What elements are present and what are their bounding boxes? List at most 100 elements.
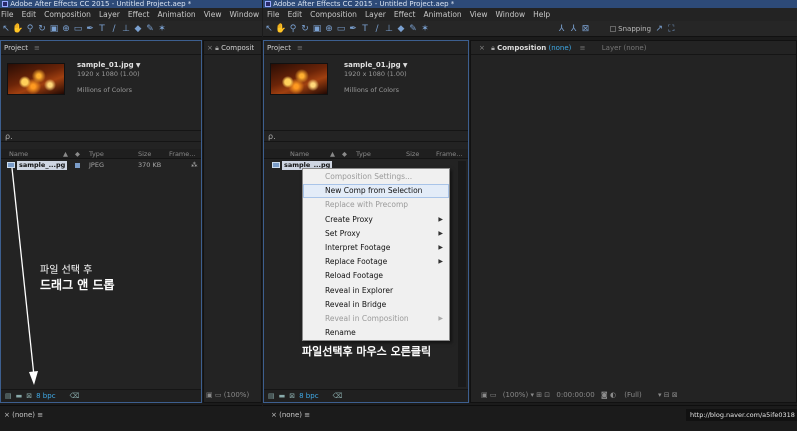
- context-menu-item-label: Set Proxy: [325, 228, 361, 238]
- column-name[interactable]: Name: [290, 149, 309, 159]
- submenu-arrow-icon: ▶: [438, 215, 443, 223]
- axis-world-icon[interactable]: ⅄: [567, 23, 579, 35]
- context-menu-item-label: Replace with Precomp: [325, 200, 409, 210]
- brush-tool-icon[interactable]: ∕: [371, 23, 383, 35]
- region-icon[interactable]: ▣: [481, 391, 488, 399]
- annotation-left: 파일 선택 후 드래그 앤 드롭: [40, 265, 115, 292]
- context-menu-item[interactable]: Set Proxy ▶: [303, 227, 449, 241]
- composition-panel: × 🔒︎ Composition (none) ≡ Layer (none) ▣…: [470, 40, 797, 403]
- selection-tool-icon[interactable]: ↖: [263, 23, 275, 35]
- tools-toolbar-right: ↖ ✋ ⚲ ↻ ▣ ⊕ ▭ ✒ T ∕ ⊥ ◆ ✎ ✶ ⅄ ⅄ ⊠ Snapping ↗ ⛶: [263, 21, 797, 37]
- safe-area-icon[interactable]: ⊡: [544, 391, 550, 399]
- snap-option-icon[interactable]: ↗: [653, 23, 665, 35]
- hand-tool-icon[interactable]: ✋: [275, 23, 287, 35]
- trash-icon[interactable]: ⌫: [333, 390, 343, 402]
- annotation-right: 파일선택후 마우스 오른클릭: [302, 345, 432, 358]
- column-size[interactable]: Size: [406, 149, 419, 159]
- comp-footer: ▣ ▭ (100%) ▾ ⊞ ⊡ 0:00:00:00 ◙ ◐ (Full) ▾…: [481, 391, 678, 399]
- close-icon[interactable]: ×: [479, 44, 485, 52]
- new-folder-icon[interactable]: ▬: [279, 390, 286, 402]
- puppet-tool-icon[interactable]: ✶: [419, 23, 431, 35]
- context-menu-item-label: Replace Footage: [325, 257, 388, 267]
- grid-icon[interactable]: ⊞: [536, 391, 542, 399]
- mask-tool-icon[interactable]: ▭: [335, 23, 347, 35]
- eraser-tool-icon[interactable]: ◆: [395, 23, 407, 35]
- context-menu-item-label: Rename: [325, 328, 356, 338]
- ae-app-icon: [265, 1, 271, 7]
- show-channel-icon[interactable]: ◐: [610, 391, 616, 399]
- region-of-interest-icon[interactable]: ⊟: [664, 391, 670, 399]
- zoom-dropdown-icon[interactable]: ▾: [530, 391, 534, 399]
- camera-tool-icon[interactable]: ▣: [311, 23, 323, 35]
- resolution-label[interactable]: (Full): [624, 391, 641, 399]
- resolution-dropdown-icon[interactable]: ▾: [658, 391, 662, 399]
- axis-view-icon[interactable]: ⊠: [579, 23, 591, 35]
- zoom-label[interactable]: (100%): [503, 391, 528, 399]
- menu-window[interactable]: Window: [492, 8, 530, 21]
- menu-view[interactable]: View: [466, 8, 492, 21]
- menu-animation[interactable]: Animation: [419, 8, 465, 21]
- context-menu-item: Replace with Precomp: [303, 198, 449, 212]
- project-panel-title[interactable]: Project ≡: [264, 41, 468, 55]
- context-menu-item[interactable]: Replace Footage ▶: [303, 255, 449, 269]
- rotate-tool-icon[interactable]: ↻: [299, 23, 311, 35]
- column-type[interactable]: Type: [356, 149, 371, 159]
- context-menu-item-label: Reveal in Explorer: [325, 285, 394, 295]
- composition-panel-title[interactable]: × 🔒︎ Composition (none) ≡ Layer (none): [471, 41, 796, 55]
- clone-stamp-tool-icon[interactable]: ⊥: [383, 23, 395, 35]
- snapshot-icon[interactable]: ◙: [601, 391, 608, 399]
- submenu-arrow-icon: ▶: [438, 258, 443, 266]
- context-menu-item-label: Reload Footage: [325, 271, 384, 281]
- footage-colors: Millions of Colors: [344, 86, 400, 94]
- footage-dropdown-icon[interactable]: ▼: [403, 62, 408, 69]
- menu-edit[interactable]: Edit: [284, 8, 307, 21]
- bit-depth-button[interactable]: 8 bpc: [299, 390, 318, 402]
- context-menu-item-label: Create Proxy: [325, 214, 373, 224]
- footage-info: sample_01.jpg ▼ 1920 x 1080 (1.00) Milli…: [344, 61, 408, 95]
- panel-menu-icon[interactable]: ≡: [580, 44, 586, 52]
- menu-layer[interactable]: Layer: [361, 8, 390, 21]
- window-title-right: Adobe After Effects CC 2015 - Untitled P…: [263, 0, 797, 8]
- roto-brush-tool-icon[interactable]: ✎: [407, 23, 419, 35]
- project-column-header: Name ▲ ◆ Type Size Frame...: [264, 149, 468, 159]
- menu-file[interactable]: File: [263, 8, 284, 21]
- pan-behind-tool-icon[interactable]: ⊕: [323, 23, 335, 35]
- footage-name: sample_01.jpg: [344, 61, 401, 69]
- lock-icon[interactable]: 🔒︎: [491, 44, 495, 52]
- menu-help[interactable]: Help: [529, 8, 554, 21]
- context-menu-item: Reveal in Composition ▶: [303, 312, 449, 326]
- timecode[interactable]: 0:00:00:00: [556, 391, 594, 399]
- composition-name[interactable]: (none): [548, 44, 571, 52]
- column-frame[interactable]: Frame...: [436, 149, 462, 159]
- interpret-footage-icon[interactable]: ▤: [268, 390, 275, 402]
- monitor-icon[interactable]: ▭: [490, 391, 497, 399]
- context-menu-item[interactable]: Create Proxy ▶: [303, 213, 449, 227]
- scrollbar[interactable]: [458, 161, 466, 387]
- pen-tool-icon[interactable]: ✒: [347, 23, 359, 35]
- axis-local-icon[interactable]: ⅄: [555, 23, 567, 35]
- new-comp-icon[interactable]: ⊠: [289, 390, 295, 402]
- panel-menu-icon[interactable]: ≡: [297, 44, 303, 52]
- context-menu-item[interactable]: Reload Footage: [303, 269, 449, 283]
- project-search-input[interactable]: ρ.: [264, 130, 468, 142]
- context-menu-item-label: Reveal in Bridge: [325, 299, 387, 309]
- context-menu-item[interactable]: Interpret Footage ▶: [303, 241, 449, 255]
- menu-composition[interactable]: Composition: [306, 8, 361, 21]
- sort-ascending-icon[interactable]: ▲: [330, 149, 335, 159]
- layer-tab[interactable]: Layer (none): [602, 44, 647, 52]
- text-tool-icon[interactable]: T: [359, 23, 371, 35]
- submenu-arrow-icon: ▶: [438, 243, 443, 251]
- context-menu: Composition Settings... New Comp from Sel…: [302, 168, 450, 341]
- snapping-checkbox[interactable]: [609, 26, 616, 32]
- label-column-icon[interactable]: ◆: [342, 149, 347, 159]
- context-menu-item[interactable]: Reveal in Bridge: [303, 298, 449, 312]
- menu-effect[interactable]: Effect: [390, 8, 420, 21]
- context-menu-item[interactable]: New Comp from Selection: [303, 184, 449, 199]
- context-menu-item[interactable]: Reveal in Explorer: [303, 284, 449, 298]
- context-menu-items: Composition Settings... New Comp from Sel…: [303, 169, 449, 340]
- zoom-tool-icon[interactable]: ⚲: [287, 23, 299, 35]
- transparency-grid-icon[interactable]: ⊠: [672, 391, 678, 399]
- snap-expand-icon[interactable]: ⛶: [665, 23, 677, 35]
- menubar-right: File Edit Composition Layer Effect Animation V…: [263, 8, 797, 21]
- context-menu-item[interactable]: Rename: [303, 326, 449, 340]
